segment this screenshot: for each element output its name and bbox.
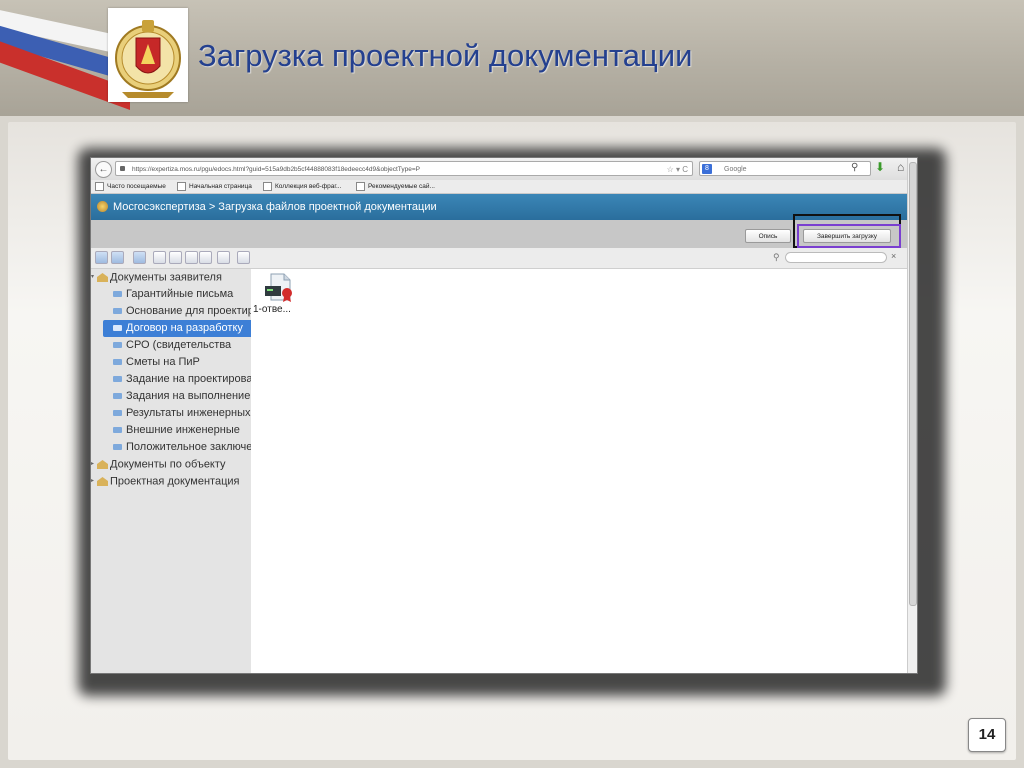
search-placeholder: Google	[724, 166, 747, 173]
folder-icon	[113, 427, 122, 434]
slide-header: Загрузка проектной документации	[0, 0, 1024, 116]
browser-nav-bar: ← https://expertiza.mos.ru/pgu/edocs.htm…	[91, 158, 917, 181]
tree-folder-selected[interactable]: Договор на разработку	[103, 320, 251, 337]
mosgosexpertiza-logo-icon	[97, 201, 108, 212]
scrollbar-thumb[interactable]	[909, 162, 917, 606]
page-icon	[263, 181, 272, 191]
file-name: 1-отве...	[253, 304, 291, 315]
folder-icon	[113, 444, 122, 451]
coat-of-arms-emblem	[108, 8, 188, 102]
house-folder-icon	[97, 477, 108, 486]
tree-folder[interactable]: Задания на выполнение	[91, 388, 251, 405]
tree-root-project-documentation[interactable]: ▸ Проектная документация	[91, 473, 251, 490]
folder-tree: ▾ Документы заявителя Гарантийные письма …	[91, 269, 251, 673]
file-content-pane: 1-отве...	[251, 269, 907, 673]
vertical-scrollbar[interactable]	[907, 158, 917, 673]
folder-icon	[113, 410, 122, 417]
tree-root-applicant-documents[interactable]: ▾ Документы заявителя	[91, 269, 251, 286]
folder-icon	[113, 308, 122, 315]
google-icon: 8	[702, 164, 712, 174]
bookmark-star-icon[interactable]: ☆ ▾ C	[667, 162, 688, 175]
upload-icon[interactable]	[185, 251, 198, 264]
browser-window: ← https://expertiza.mos.ru/pgu/edocs.htm…	[90, 157, 918, 674]
address-bar[interactable]: https://expertiza.mos.ru/pgu/edocs.html?…	[115, 161, 693, 176]
back-arrow-icon[interactable]	[95, 251, 108, 264]
bookmark-most-visited[interactable]: Часто посещаемые	[95, 180, 166, 193]
folder-icon	[113, 393, 122, 400]
paste-icon[interactable]	[169, 251, 182, 264]
app-breadcrumb-title: Мосгосэкспертиза > Загрузка файлов проек…	[113, 201, 437, 213]
details-view-icon[interactable]	[237, 251, 250, 264]
home-icon[interactable]: ⌂	[897, 160, 904, 174]
folder-icon	[113, 342, 122, 349]
house-folder-icon	[97, 273, 108, 282]
signed-document-icon	[265, 273, 292, 302]
inventory-button[interactable]: Опись	[745, 229, 791, 243]
tree-folder[interactable]: Результаты инженерных	[91, 405, 251, 422]
collapsed-triangle-icon[interactable]: ▸	[91, 456, 97, 473]
tree-folder[interactable]: Положительное заключение	[91, 439, 251, 456]
bookmark-icon	[95, 181, 104, 191]
list-view-icon[interactable]	[217, 251, 230, 264]
download-icon[interactable]: ⬇	[875, 160, 885, 174]
collapsed-triangle-icon[interactable]: ▸	[91, 473, 97, 490]
page-icon	[356, 181, 365, 191]
back-button[interactable]: ←	[95, 161, 112, 178]
folder-open-icon	[113, 325, 122, 332]
tree-root-object-documents[interactable]: ▸ Документы по объекту	[91, 456, 251, 473]
filter-input[interactable]	[785, 252, 887, 263]
tree-folder[interactable]: Внешние инженерные	[91, 422, 251, 439]
house-folder-icon	[97, 460, 108, 469]
folder-icon	[113, 359, 122, 366]
clear-filter-icon[interactable]: ×	[891, 251, 896, 261]
lock-icon	[120, 166, 125, 171]
bookmark-web-slices[interactable]: Коллекция веб-фраг...	[263, 180, 341, 193]
url-text: https://expertiza.mos.ru/pgu/edocs.html?…	[132, 166, 421, 173]
refresh-icon[interactable]	[133, 251, 146, 264]
highlight-frame-inner	[797, 224, 901, 248]
search-icon[interactable]: ⚲	[851, 162, 858, 173]
slide-page-number: 14	[968, 718, 1006, 752]
forward-arrow-icon[interactable]	[111, 251, 124, 264]
page-icon	[177, 181, 186, 191]
tree-folder[interactable]: Основание для проектирования	[91, 303, 251, 320]
file-toolbar: ⚲ ×	[91, 248, 917, 269]
tree-folder[interactable]: Сметы на ПиР	[91, 354, 251, 371]
folder-icon	[113, 376, 122, 383]
bookmark-suggested-sites[interactable]: Рекомендуемые сай...	[356, 180, 435, 193]
bookmarks-bar: Часто посещаемые Начальная страница Колл…	[91, 180, 917, 194]
browser-search-field[interactable]: 8 Google	[699, 161, 871, 176]
slide-title: Загрузка проектной документации	[198, 38, 693, 73]
tree-folder[interactable]: Задание на проектирование	[91, 371, 251, 388]
tree-folder[interactable]: СРО (свидетельства	[91, 337, 251, 354]
tree-folder[interactable]: Гарантийные письма	[91, 286, 251, 303]
copy-icon[interactable]	[153, 251, 166, 264]
filter-search-icon: ⚲	[773, 252, 780, 262]
expanded-triangle-icon[interactable]: ▾	[91, 269, 97, 286]
folder-icon	[113, 291, 122, 298]
bookmark-start-page[interactable]: Начальная страница	[177, 180, 252, 193]
save-icon[interactable]	[199, 251, 212, 264]
